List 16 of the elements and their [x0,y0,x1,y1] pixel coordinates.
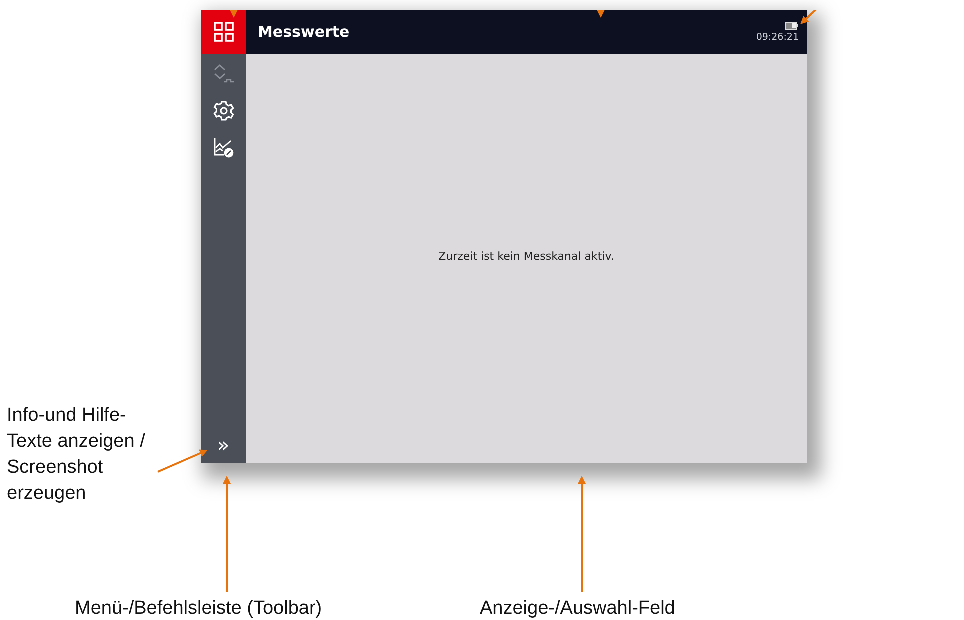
grid-icon [212,21,234,43]
status-message: Zurzeit ist kein Messkanal aktiv. [438,250,614,263]
pointer-arrow [230,10,238,18]
gear-icon[interactable] [212,100,234,122]
callout-text: Menü-/Befehlsleiste (Toolbar) [75,598,322,619]
home-button[interactable] [201,10,246,54]
pointer-arrow [597,10,605,18]
battery-icon [785,22,799,30]
callout-text: Info-und Hilfe- Texte anzeigen / Screenshot erzeugen [7,404,146,506]
chart-icon[interactable] [212,136,234,158]
callout-text: Anzeige-/Auswahl-Feld [480,598,676,619]
pointer-arrow [158,450,208,473]
screen-title: Messwerte [258,23,350,41]
clock-time: 09:26:21 [756,32,799,42]
pointer-arrow [800,10,819,24]
expand-button[interactable]: » [213,435,234,455]
